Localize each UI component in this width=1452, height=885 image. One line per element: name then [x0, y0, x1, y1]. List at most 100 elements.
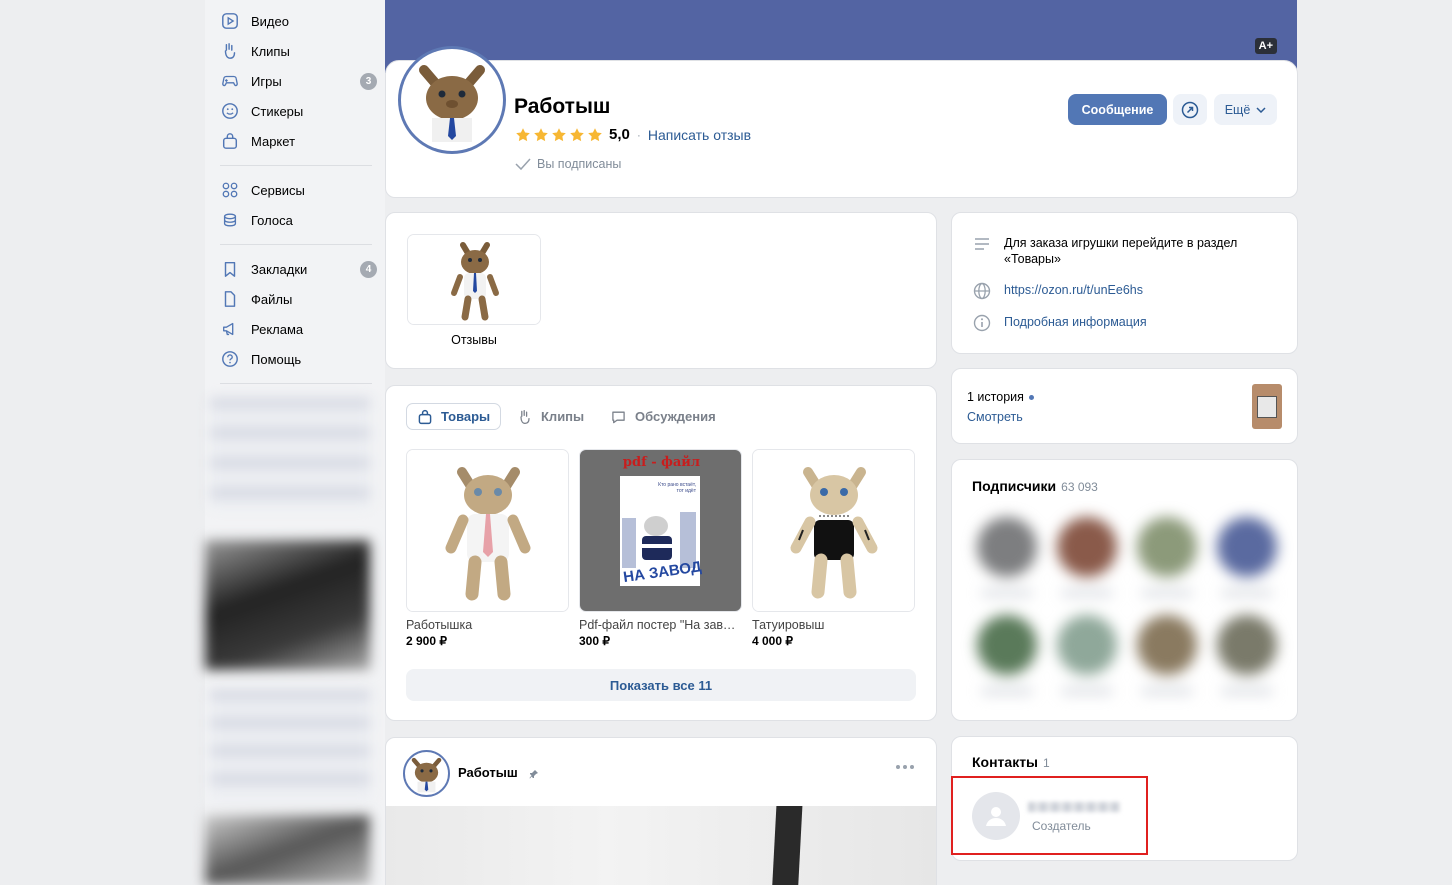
subscribers-card: Подписчики 63 093	[951, 459, 1298, 721]
product-title[interactable]: Работышка	[406, 618, 566, 632]
teddy-tank-top-image	[753, 450, 914, 611]
pinned-post: Работыш	[385, 737, 937, 885]
games-icon	[220, 71, 240, 91]
group-avatar[interactable]	[398, 46, 506, 154]
product-image-pdf-poster[interactable]: pdf - файл Кто рано встаёт, тот идёт НА …	[579, 449, 742, 612]
chat-icon	[612, 411, 625, 423]
description: Для заказа игрушки перейдите в раздел «Т…	[1004, 236, 1238, 266]
post-author[interactable]: Работыш	[458, 765, 518, 780]
share-icon	[1181, 101, 1199, 118]
star-icon	[570, 127, 584, 141]
bookmark-icon	[220, 259, 240, 279]
nav-item-bookmarks[interactable]: Закладки 4	[220, 254, 377, 284]
dot-separator: ·	[636, 127, 641, 142]
nav-item-services[interactable]: Сервисы	[220, 175, 375, 205]
tab-products[interactable]: Товары	[406, 403, 502, 430]
nav-label: Стикеры	[251, 103, 304, 119]
files-icon	[220, 289, 240, 309]
watch-stories-link[interactable]: Смотреть	[967, 410, 1023, 424]
post-avatar[interactable]	[403, 750, 450, 797]
pin-icon	[529, 770, 538, 779]
nav-label: Сервисы	[251, 182, 305, 198]
nav-label: Маркет	[251, 133, 296, 149]
more-button[interactable]: Ещё	[1214, 94, 1277, 125]
font-size-badge[interactable]: A+	[1254, 38, 1277, 54]
share-button[interactable]	[1173, 94, 1207, 125]
user-placeholder-icon	[986, 807, 1006, 826]
rating-value: 5,0	[609, 126, 630, 143]
stories-card[interactable]: 1 история Смотреть	[951, 368, 1298, 444]
ads-icon	[220, 319, 240, 339]
clips-icon	[520, 409, 530, 424]
blurred-contact-name[interactable]	[1028, 802, 1120, 812]
help-icon	[220, 349, 240, 369]
contacts-title: Контакты	[972, 754, 1039, 770]
games-badge: 3	[360, 73, 377, 90]
poster-sheet: Кто рано встаёт, тот идёт НА ЗАВОД	[620, 476, 702, 586]
contact-avatar[interactable]	[972, 792, 1020, 840]
blurred-subscribers-grid	[962, 505, 1289, 710]
message-button[interactable]: Сообщение	[1068, 94, 1167, 125]
tab-clips[interactable]: Клипы	[517, 403, 584, 430]
blurred-nav-items	[210, 398, 370, 508]
rating-stars	[515, 127, 603, 143]
blurred-image	[205, 815, 370, 885]
poster-note: Кто рано встаёт, тот идёт	[658, 482, 696, 494]
story-thumbnail[interactable]	[1252, 384, 1282, 429]
star-icon	[534, 127, 548, 141]
reviews-thumbnail[interactable]	[407, 234, 541, 325]
product-price: 300 ₽	[579, 634, 610, 648]
tie-shape	[771, 806, 803, 885]
product-price: 4 000 ₽	[752, 634, 793, 648]
services-icon	[220, 180, 240, 200]
nav-label: Видео	[251, 13, 289, 29]
subscribers-header[interactable]: Подписчики 63 093	[972, 478, 1098, 494]
teddy-avatar-icon	[411, 757, 442, 793]
product-image-rabotyshka[interactable]	[406, 449, 569, 612]
more-label: Ещё	[1224, 102, 1251, 117]
external-link[interactable]: https://ozon.ru/t/unEe6hs	[1004, 283, 1143, 297]
tab-label: Клипы	[541, 409, 585, 424]
post-menu-button[interactable]	[896, 765, 914, 769]
group-title: Работыш	[514, 95, 611, 118]
subscribed-label: Вы подписаны	[537, 157, 622, 171]
nav-item-stickers[interactable]: Стикеры	[220, 96, 375, 126]
product-image-tatuirovysh[interactable]	[752, 449, 915, 612]
group-header: Работыш 5,0 · Написать отзыв Вы подписан…	[385, 60, 1298, 198]
votes-icon	[220, 210, 240, 230]
contacts-header[interactable]: Контакты 1	[972, 754, 1050, 770]
product-title[interactable]: Pdf-файл постер "На завод"	[579, 618, 739, 632]
new-dot	[1028, 394, 1034, 400]
reviews-label: Отзывы	[451, 333, 497, 347]
subscribers-title: Подписчики	[972, 478, 1057, 494]
nav-item-market[interactable]: Маркет	[220, 126, 375, 156]
product-price: 2 900 ₽	[406, 634, 447, 648]
nav-item-games[interactable]: Игры 3	[220, 66, 377, 96]
info-icon	[973, 314, 991, 332]
product-title[interactable]: Татуировыш	[752, 618, 912, 632]
nav-item-help[interactable]: Помощь	[220, 344, 375, 374]
clips-icon	[220, 41, 240, 61]
nav-item-video[interactable]: Видео	[220, 6, 375, 36]
nav-label: Помощь	[251, 351, 302, 367]
reviews-card: Отзывы	[385, 212, 937, 369]
more-info-link[interactable]: Подробная информация	[1004, 315, 1147, 329]
star-icon	[552, 127, 566, 141]
teddy-white-shirt-image	[407, 450, 568, 611]
nav-item-votes[interactable]: Голоса	[220, 205, 375, 235]
show-all-button[interactable]: Показать все 11	[406, 669, 916, 701]
nav-label: Клипы	[251, 43, 290, 59]
contacts-count: 1	[1043, 756, 1050, 770]
chevron-down-icon	[1256, 106, 1266, 113]
post-image[interactable]	[386, 806, 936, 885]
nav-item-clips[interactable]: Клипы	[220, 36, 375, 66]
nav-divider	[220, 383, 372, 384]
write-review-link[interactable]: Написать отзыв	[648, 127, 751, 143]
bag-icon	[418, 409, 432, 424]
left-navigation: Видео Клипы Игры 3 Стикеры Маркет Сервис…	[205, 0, 385, 885]
tab-discussions[interactable]: Обсуждения	[610, 403, 716, 430]
nav-label: Голоса	[251, 212, 293, 228]
subscribed-status[interactable]: Вы подписаны	[515, 157, 621, 171]
nav-item-files[interactable]: Файлы	[220, 284, 375, 314]
nav-item-ads[interactable]: Реклама	[220, 314, 375, 344]
